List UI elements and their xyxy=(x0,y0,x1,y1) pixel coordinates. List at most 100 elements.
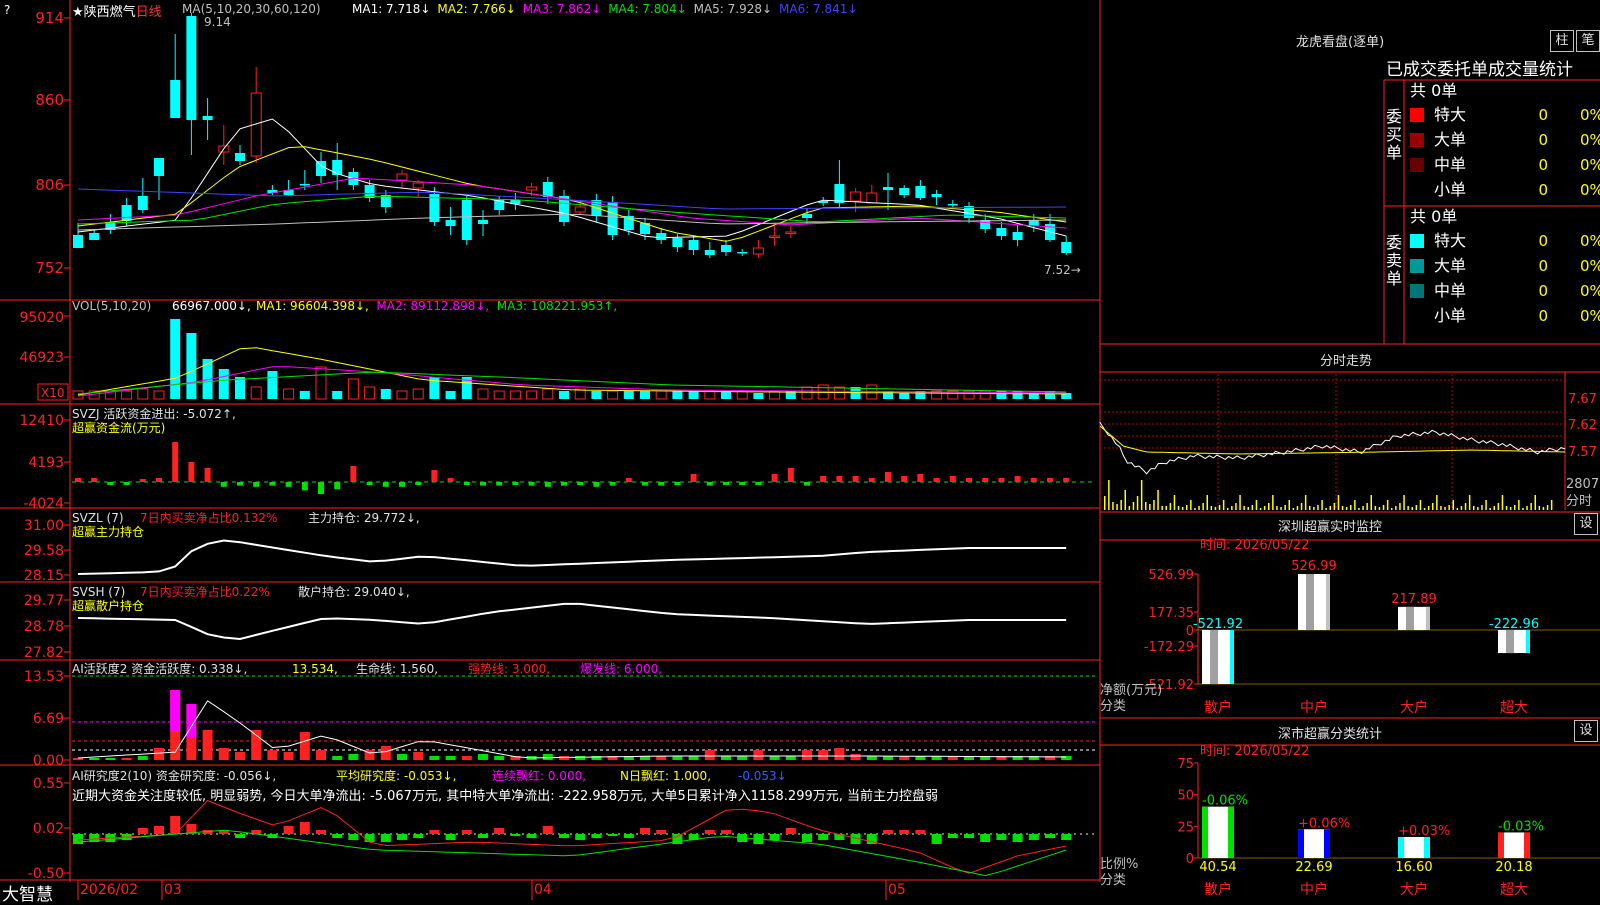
ai-research-bar xyxy=(1012,834,1023,842)
intraday-vol-bar xyxy=(1489,508,1491,510)
ai-research-bar xyxy=(591,834,602,838)
dragon-row-name: 大单 xyxy=(1434,256,1466,275)
svzj-bar xyxy=(609,482,616,486)
x-axis-label: 03 xyxy=(164,882,182,898)
candle-body xyxy=(883,187,893,190)
intraday-vol-bar xyxy=(1112,502,1114,510)
intraday-vol-bar xyxy=(1288,500,1290,510)
svzj-bar xyxy=(949,476,956,482)
svzj-bar xyxy=(220,482,227,487)
svzj-subtitle: 超赢资金流(万元) xyxy=(72,420,165,435)
ai-research-v3: 连续飘红: 0.000, xyxy=(492,768,586,783)
intraday-vol-bar xyxy=(1395,506,1397,510)
monitor-bar-edge xyxy=(1326,574,1330,630)
stats-category: 中户 xyxy=(1300,881,1328,898)
volume-bar xyxy=(591,391,602,399)
svzj-y-tick: 4193 xyxy=(28,455,64,471)
stats-bar-edge xyxy=(1324,829,1330,858)
ai-active-y-tick: 0.00 xyxy=(33,753,64,769)
intraday-vol-bar xyxy=(1546,505,1549,510)
dragon-row-pct: 0% xyxy=(1580,232,1600,250)
ai-active-burst-bar xyxy=(170,690,181,732)
bar-mode-button[interactable]: 柱 xyxy=(1550,30,1574,52)
ai-research-bar xyxy=(640,828,650,834)
vol-value: 66967.000↓, xyxy=(172,299,251,313)
dragon-row-name: 特大 xyxy=(1434,105,1466,124)
intraday-y-tick: 7.67 xyxy=(1568,392,1597,407)
tick-mode-button[interactable]: 笔 xyxy=(1576,30,1600,52)
ai-research-bar xyxy=(137,828,148,834)
candle-body xyxy=(672,238,683,247)
ai-research-bar xyxy=(996,834,1007,840)
ai-active-bar xyxy=(299,732,310,760)
ai-research-bar xyxy=(704,830,715,834)
ma-legend-4: MA4: 7.804↓ xyxy=(608,2,686,16)
intraday-vol-bar xyxy=(1407,506,1409,510)
ai-active-bar xyxy=(154,748,164,760)
intraday-vol-bar xyxy=(1186,505,1188,510)
ma-legend-5: MA5: 7.928↓ xyxy=(694,2,772,16)
dragon-row-count: 0 xyxy=(1538,257,1548,275)
svzj-bar xyxy=(237,482,243,486)
ai-active-v2: 13.534, xyxy=(292,662,338,676)
dragon-row-count: 0 xyxy=(1538,156,1548,174)
intraday-vol-bar xyxy=(1128,506,1131,510)
volume-bar xyxy=(299,391,310,399)
volume-bar xyxy=(607,390,619,400)
svzj-bar xyxy=(123,482,130,485)
intraday-vol-bar xyxy=(1145,502,1147,510)
intraday-vol-bar xyxy=(1522,508,1524,510)
monitor-settings-button[interactable]: 设 xyxy=(1574,513,1598,535)
intraday-vol-bar xyxy=(1505,506,1508,510)
dragon-row-pct: 0% xyxy=(1580,257,1600,275)
intraday-vol-bar xyxy=(1514,505,1516,510)
candle-body xyxy=(1061,242,1072,253)
price-y-tick: 752 xyxy=(35,259,64,277)
candle-body xyxy=(721,245,731,252)
svsh-value: 散户持仓: 29.040↓, xyxy=(298,584,410,599)
ai-active-bar xyxy=(348,754,359,760)
intraday-vol-bar xyxy=(1190,500,1192,510)
monitor-bar-edge xyxy=(1426,606,1430,630)
candle-body xyxy=(752,247,764,255)
volume-bar xyxy=(283,388,295,400)
svzj-bar xyxy=(787,468,794,482)
intraday-vol-bar xyxy=(1477,507,1479,510)
dragon-row-count: 0 xyxy=(1538,106,1548,124)
ai-research-bar xyxy=(769,834,780,840)
intraday-vol-bar xyxy=(1280,507,1282,510)
svzj-bar xyxy=(625,478,632,482)
svzj-bar xyxy=(318,482,324,494)
ai-active-bar xyxy=(73,758,83,760)
stats-ylabel: 比例% xyxy=(1100,857,1138,872)
svzl-note: 7日内买卖净占比0.132% xyxy=(140,510,277,525)
intraday-vol-bar xyxy=(1149,504,1151,510)
monitor-bar-value: -222.96 xyxy=(1489,617,1539,632)
monitor-category: 超大 xyxy=(1500,700,1528,716)
ai-active-bar xyxy=(818,750,829,760)
intraday-vol-bar xyxy=(1526,506,1528,510)
period-label[interactable]: 日线 xyxy=(136,5,162,20)
intraday-vol-bar xyxy=(1415,505,1418,510)
intraday-vol-bar xyxy=(1341,506,1344,510)
volume-bar xyxy=(509,390,521,400)
volume-bar xyxy=(688,391,699,399)
intraday-vol-bar xyxy=(1456,508,1459,510)
ai-active-bar xyxy=(850,754,861,760)
svzj-bar xyxy=(334,482,341,490)
svzj-bar xyxy=(253,482,260,487)
stock-name[interactable]: 陕西燃气 xyxy=(84,5,136,20)
ai-active-bar xyxy=(672,756,683,760)
ai-research-v4: N日飘红: 1.000, xyxy=(620,768,711,783)
candle-body xyxy=(526,186,538,191)
volume-bar xyxy=(655,390,667,400)
candle-body xyxy=(915,186,926,198)
svzj-bar xyxy=(172,442,179,482)
ai-research-bar xyxy=(1061,834,1072,840)
candle-body xyxy=(785,231,797,234)
monitor-y-tick: -172.29 xyxy=(1144,640,1194,655)
intraday-vol-bar xyxy=(1432,503,1434,510)
intraday-vol-bar xyxy=(1165,506,1167,510)
stats-settings-button[interactable]: 设 xyxy=(1574,720,1598,742)
stats-date: 时间: 2026/05/22 xyxy=(1200,744,1309,759)
